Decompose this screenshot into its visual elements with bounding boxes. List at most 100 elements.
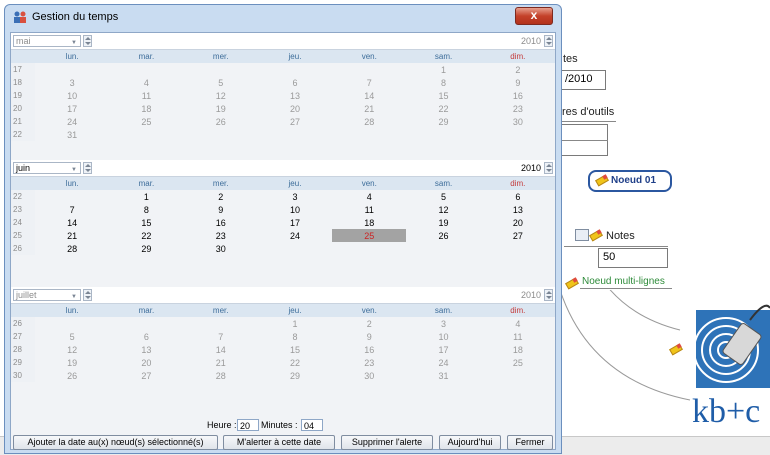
day-cell[interactable]: 20 (258, 102, 332, 115)
multiline-node-label[interactable]: Noeud multi-lignes (582, 276, 665, 287)
day-cell[interactable]: 14 (184, 343, 258, 356)
day-cell[interactable]: 13 (481, 203, 555, 216)
day-cell[interactable]: 6 (109, 330, 183, 343)
year-value[interactable]: 2010 (521, 163, 541, 173)
day-cell[interactable]: 1 (406, 63, 480, 76)
hour-input[interactable]: 20 (237, 419, 259, 431)
day-cell[interactable]: 8 (109, 203, 183, 216)
day-cell[interactable]: 26 (35, 369, 109, 382)
day-cell[interactable]: 21 (35, 229, 109, 242)
day-cell[interactable]: 5 (184, 76, 258, 89)
day-cell[interactable]: 8 (406, 76, 480, 89)
day-cell[interactable]: 21 (184, 356, 258, 369)
day-cell[interactable]: 1 (109, 190, 183, 203)
day-cell[interactable]: 4 (109, 76, 183, 89)
month-select[interactable]: juin ▼ (13, 162, 81, 174)
title-bar[interactable]: Gestion du temps x (5, 5, 561, 29)
day-cell[interactable]: 5 (406, 190, 480, 203)
day-cell[interactable]: 20 (109, 356, 183, 369)
day-cell[interactable]: 26 (184, 115, 258, 128)
day-cell[interactable]: 22 (406, 102, 480, 115)
day-cell[interactable]: 2 (184, 190, 258, 203)
notes-field[interactable]: 50 (598, 248, 668, 268)
day-cell[interactable]: 10 (406, 330, 480, 343)
month-select[interactable]: mai ▼ (13, 35, 81, 47)
day-cell[interactable]: 25 (109, 115, 183, 128)
day-cell[interactable]: 4 (481, 317, 555, 330)
day-cell[interactable]: 14 (35, 216, 109, 229)
add-date-button[interactable]: Ajouter la date au(x) nœud(s) sélectionn… (13, 435, 218, 450)
day-cell[interactable]: 15 (258, 343, 332, 356)
node-01[interactable]: Noeud 01 (588, 170, 672, 192)
year-value[interactable]: 2010 (521, 290, 541, 300)
day-cell[interactable]: 6 (481, 190, 555, 203)
day-cell[interactable]: 12 (35, 343, 109, 356)
day-cell[interactable]: 17 (35, 102, 109, 115)
day-cell[interactable]: 27 (481, 229, 555, 242)
month-spinner[interactable] (83, 35, 92, 47)
day-cell[interactable]: 16 (184, 216, 258, 229)
day-cell[interactable]: 15 (406, 89, 480, 102)
day-cell[interactable]: 30 (481, 115, 555, 128)
day-cell[interactable]: 26 (406, 229, 480, 242)
day-cell[interactable]: 14 (332, 89, 406, 102)
day-cell[interactable]: 11 (332, 203, 406, 216)
day-cell[interactable]: 10 (258, 203, 332, 216)
year-spinner[interactable] (544, 162, 553, 174)
day-cell[interactable]: 20 (481, 216, 555, 229)
date-field[interactable]: /2010 (560, 70, 606, 90)
day-cell[interactable]: 29 (406, 115, 480, 128)
day-cell-today[interactable]: 25 (332, 229, 407, 242)
day-cell[interactable]: 31 (35, 128, 109, 141)
month-spinner[interactable] (83, 162, 92, 174)
year-spinner[interactable] (544, 289, 553, 301)
day-cell[interactable]: 12 (184, 89, 258, 102)
day-cell[interactable]: 29 (258, 369, 332, 382)
day-cell[interactable]: 27 (258, 115, 332, 128)
day-cell[interactable]: 22 (258, 356, 332, 369)
day-cell[interactable]: 2 (481, 63, 555, 76)
day-cell[interactable]: 17 (406, 343, 480, 356)
day-cell[interactable]: 18 (481, 343, 555, 356)
day-cell[interactable]: 19 (406, 216, 480, 229)
close-dialog-button[interactable]: Fermer (507, 435, 553, 450)
day-cell[interactable]: 2 (332, 317, 406, 330)
alert-me-button[interactable]: M'alerter à cette date (223, 435, 335, 450)
day-cell[interactable]: 22 (109, 229, 183, 242)
day-cell[interactable]: 28 (332, 115, 406, 128)
day-cell[interactable]: 6 (258, 76, 332, 89)
day-cell[interactable]: 31 (406, 369, 480, 382)
remove-alert-button[interactable]: Supprimer l'alerte (341, 435, 433, 450)
day-cell[interactable]: 23 (332, 356, 406, 369)
day-cell[interactable]: 4 (332, 190, 406, 203)
day-cell[interactable]: 16 (481, 89, 555, 102)
year-value[interactable]: 2010 (521, 36, 541, 46)
day-cell[interactable]: 19 (35, 356, 109, 369)
day-cell[interactable]: 3 (406, 317, 480, 330)
minutes-input[interactable]: 04 (301, 419, 323, 431)
month-select[interactable]: juillet ▼ (13, 289, 81, 301)
day-cell[interactable]: 28 (184, 369, 258, 382)
day-cell[interactable]: 25 (481, 356, 555, 369)
year-spinner[interactable] (544, 35, 553, 47)
day-cell[interactable]: 15 (109, 216, 183, 229)
day-cell[interactable]: 11 (481, 330, 555, 343)
day-cell[interactable]: 30 (184, 242, 258, 255)
day-cell[interactable]: 29 (109, 242, 183, 255)
day-cell[interactable]: 24 (35, 115, 109, 128)
day-cell[interactable]: 18 (332, 216, 406, 229)
day-cell[interactable]: 3 (258, 190, 332, 203)
today-button[interactable]: Aujourd'hui (439, 435, 501, 450)
day-cell[interactable]: 1 (258, 317, 332, 330)
day-cell[interactable]: 24 (406, 356, 480, 369)
day-cell[interactable]: 8 (258, 330, 332, 343)
day-cell[interactable]: 23 (481, 102, 555, 115)
day-cell[interactable]: 7 (35, 203, 109, 216)
day-cell[interactable]: 9 (481, 76, 555, 89)
day-cell[interactable]: 11 (109, 89, 183, 102)
close-button[interactable]: x (515, 7, 553, 25)
day-cell[interactable]: 7 (332, 76, 406, 89)
day-cell[interactable]: 17 (258, 216, 332, 229)
day-cell[interactable]: 12 (406, 203, 480, 216)
day-cell[interactable]: 9 (332, 330, 406, 343)
